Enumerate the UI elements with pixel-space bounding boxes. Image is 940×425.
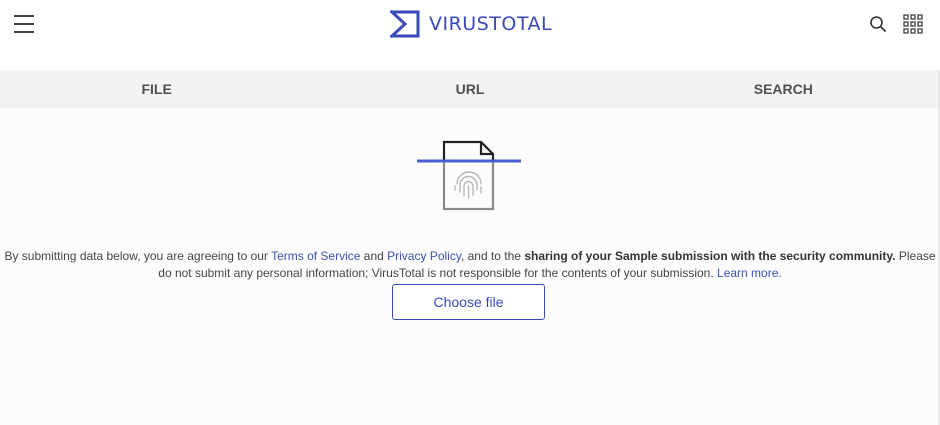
choose-file-button[interactable]: Choose file bbox=[392, 284, 545, 320]
consent-text-2: and bbox=[360, 249, 388, 263]
tab-search[interactable]: SEARCH bbox=[627, 70, 940, 108]
brand-name: VIRUSTOTAL bbox=[429, 13, 553, 35]
virustotal-logo-icon bbox=[390, 10, 420, 38]
tab-url[interactable]: URL bbox=[313, 70, 626, 108]
top-bar: VIRUSTOTAL bbox=[0, 0, 940, 70]
grid-apps-icon[interactable] bbox=[903, 14, 923, 34]
consent-text-3: , and to the bbox=[460, 249, 525, 263]
search-icon[interactable] bbox=[869, 15, 887, 33]
consent-bold-text: sharing of your Sample submission with t… bbox=[524, 249, 896, 263]
terms-of-service-link[interactable]: Terms of Service bbox=[271, 249, 360, 263]
privacy-policy-link[interactable]: Privacy Policy bbox=[387, 249, 461, 263]
tab-file[interactable]: FILE bbox=[0, 70, 313, 108]
hamburger-icon[interactable] bbox=[14, 13, 36, 35]
tab-bar: FILE URL SEARCH bbox=[0, 70, 940, 108]
virustotal-logo[interactable]: VIRUSTOTAL bbox=[390, 10, 552, 38]
submission-consent-text: By submitting data below, you are agreei… bbox=[0, 248, 940, 282]
fingerprint-file-scan-icon bbox=[415, 140, 523, 212]
learn-more-link[interactable]: Learn more. bbox=[717, 266, 782, 280]
consent-text-1: By submitting data below, you are agreei… bbox=[4, 249, 272, 263]
